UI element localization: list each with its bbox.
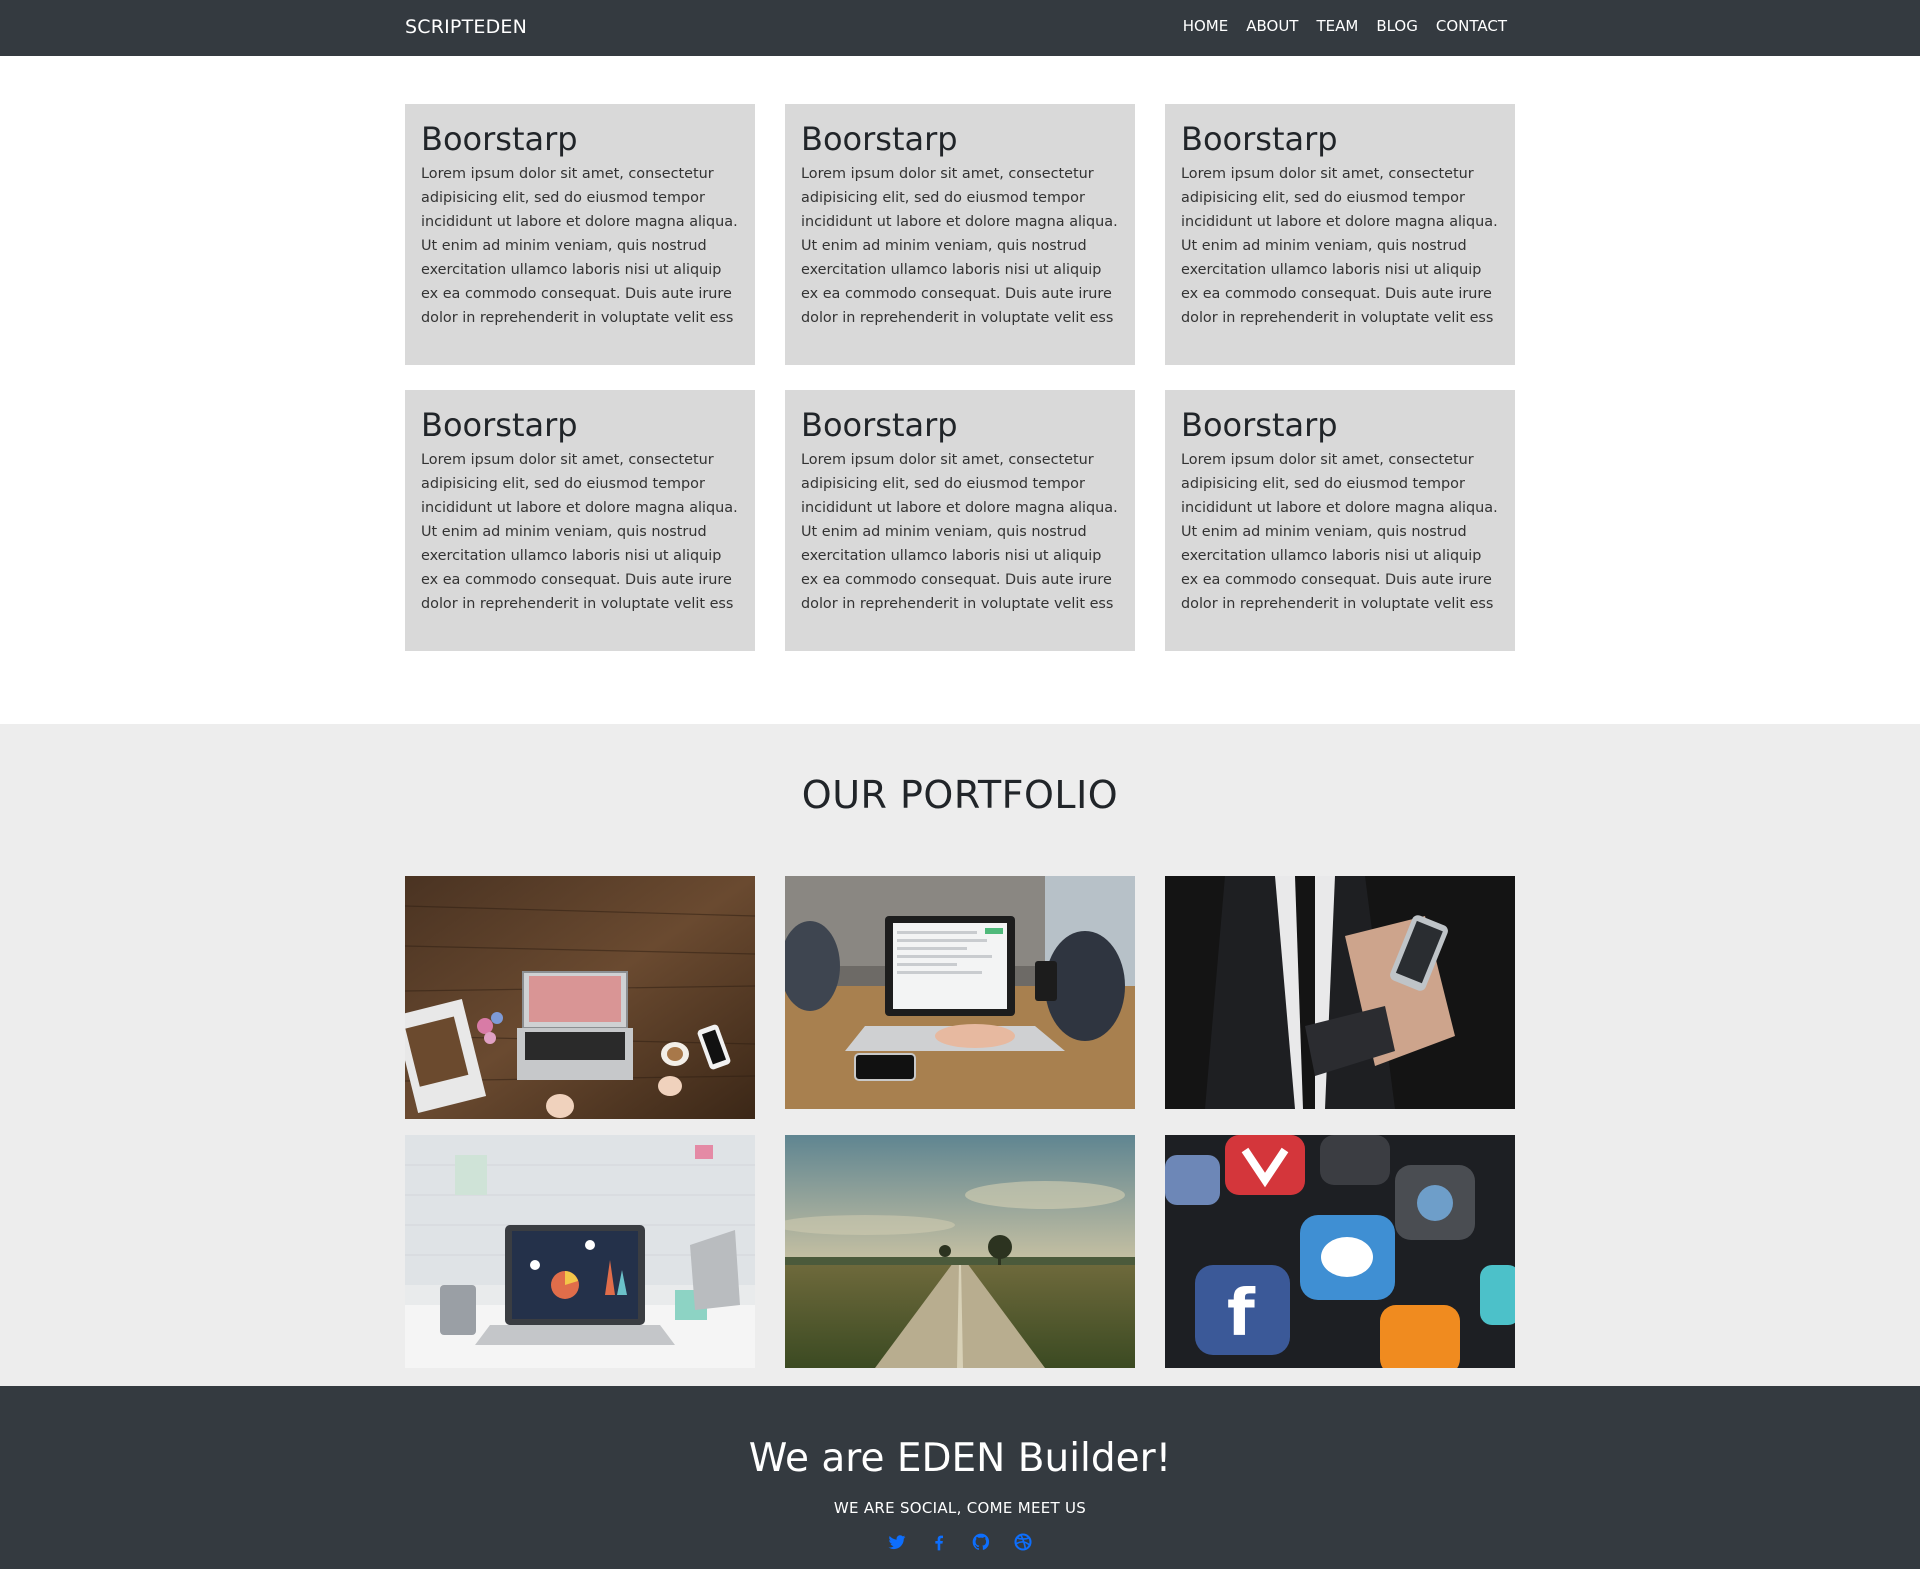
footer-subtitle: WE ARE SOCIAL, COME MEET US xyxy=(833,1499,1087,1517)
nav-links: HOME ABOUT TEAM BLOG CONTACT xyxy=(1183,17,1507,35)
feature-text: Lorem ipsum dolor sit amet, consectetur … xyxy=(421,166,738,327)
feature-card: Boorstarp Lorem ipsum dolor sit amet, co… xyxy=(405,104,755,365)
feature-title: Boorstarp xyxy=(421,120,578,158)
portfolio-image-smartphone[interactable] xyxy=(1165,876,1515,1109)
feature-title: Boorstarp xyxy=(801,120,958,158)
portfolio-image-analytics[interactable] xyxy=(405,1135,755,1368)
github-icon[interactable] xyxy=(971,1532,991,1552)
features-section: Boorstarp Lorem ipsum dolor sit amet, co… xyxy=(405,104,1515,651)
portfolio-image-social-apps[interactable]: f xyxy=(1165,1135,1515,1368)
navbar: SCRIPTEDEN HOME ABOUT TEAM BLOG CONTACT xyxy=(0,0,1920,56)
portfolio-image-meeting[interactable] xyxy=(785,876,1135,1109)
feature-card: Boorstarp Lorem ipsum dolor sit amet, co… xyxy=(405,390,755,651)
nav-contact-link[interactable]: CONTACT xyxy=(1436,17,1507,35)
portfolio-title: OUR PORTFOLIO xyxy=(801,773,1119,817)
feature-card: Boorstarp Lorem ipsum dolor sit amet, co… xyxy=(785,104,1135,365)
feature-text: Lorem ipsum dolor sit amet, consectetur … xyxy=(801,452,1118,613)
portfolio-section: OUR PORTFOLIO f xyxy=(0,724,1920,1386)
feature-card: Boorstarp Lorem ipsum dolor sit amet, co… xyxy=(1165,390,1515,651)
feature-title: Boorstarp xyxy=(1181,406,1338,444)
nav-blog-link[interactable]: BLOG xyxy=(1376,17,1418,35)
facebook-icon[interactable] xyxy=(929,1532,949,1552)
feature-text: Lorem ipsum dolor sit amet, consectetur … xyxy=(421,452,738,613)
feature-card: Boorstarp Lorem ipsum dolor sit amet, co… xyxy=(1165,104,1515,365)
feature-title: Boorstarp xyxy=(1181,120,1338,158)
nav-home-link[interactable]: HOME xyxy=(1183,17,1229,35)
svg-text:f: f xyxy=(1227,1277,1256,1351)
twitter-icon[interactable] xyxy=(887,1532,907,1552)
feature-text: Lorem ipsum dolor sit amet, consectetur … xyxy=(1181,166,1498,327)
dribbble-icon[interactable] xyxy=(1013,1532,1033,1552)
feature-title: Boorstarp xyxy=(801,406,958,444)
portfolio-image-road[interactable] xyxy=(785,1135,1135,1368)
feature-text: Lorem ipsum dolor sit amet, consectetur … xyxy=(801,166,1118,327)
social-links xyxy=(0,1532,1920,1552)
nav-about-link[interactable]: ABOUT xyxy=(1246,17,1298,35)
brand-logo[interactable]: SCRIPTEDEN xyxy=(405,16,527,38)
footer: We are EDEN Builder! WE ARE SOCIAL, COME… xyxy=(0,1386,1920,1569)
feature-title: Boorstarp xyxy=(421,406,578,444)
portfolio-image-laptop-desk[interactable] xyxy=(405,876,755,1119)
feature-card: Boorstarp Lorem ipsum dolor sit amet, co… xyxy=(785,390,1135,651)
footer-title: We are EDEN Builder! xyxy=(748,1436,1172,1481)
nav-team-link[interactable]: TEAM xyxy=(1316,17,1358,35)
feature-text: Lorem ipsum dolor sit amet, consectetur … xyxy=(1181,452,1498,613)
